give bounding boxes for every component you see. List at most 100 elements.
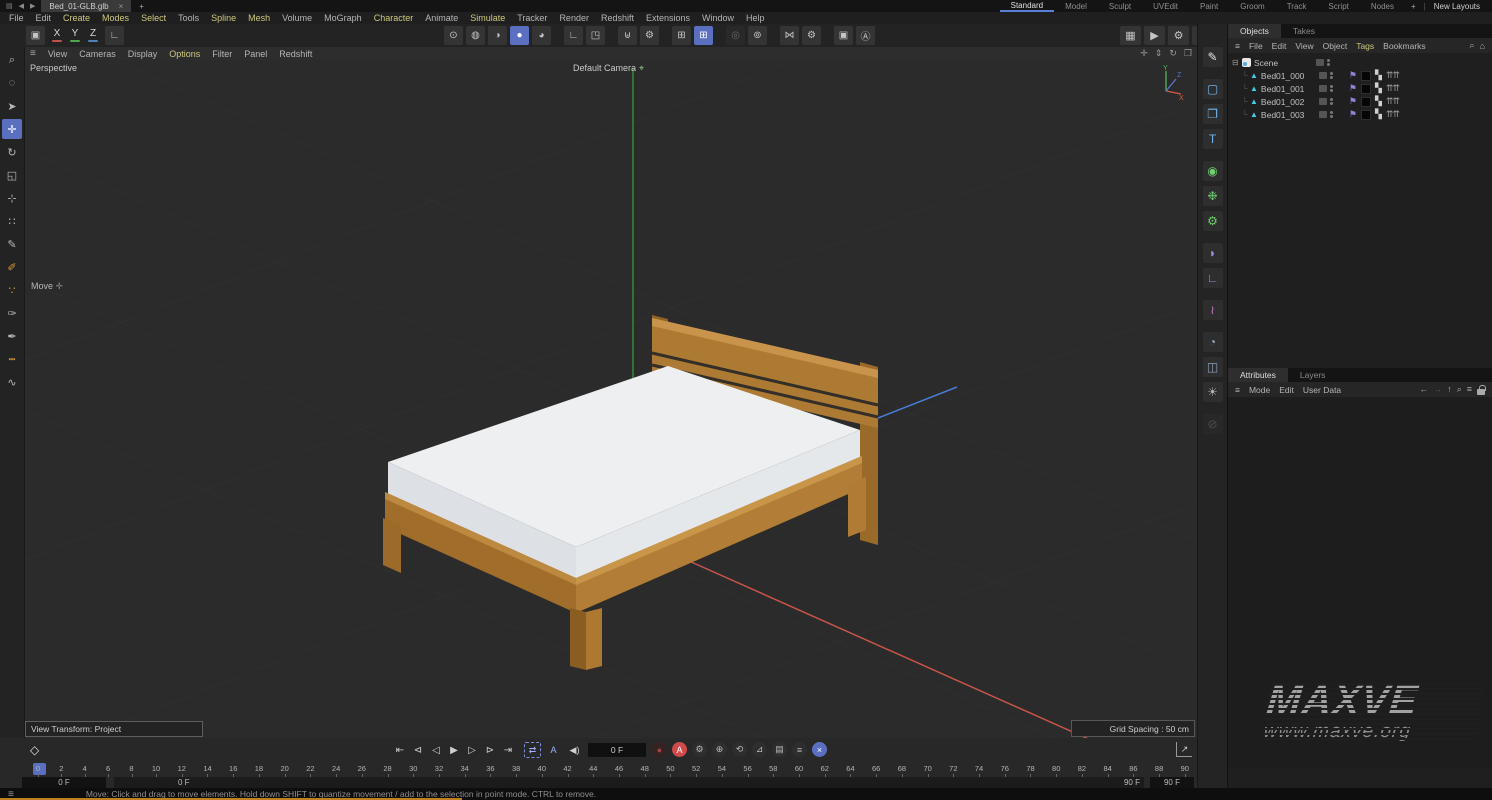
objects-menu-item[interactable]: File xyxy=(1249,41,1263,51)
key-scale-button[interactable]: ⊿ xyxy=(752,742,767,757)
spline-primitive-icon[interactable]: ▢ xyxy=(1202,79,1223,99)
layout-tab[interactable]: Script xyxy=(1317,0,1359,12)
maximize-view-icon[interactable]: ❒ xyxy=(1184,48,1192,59)
modeling-circle-icon[interactable]: ⊙ xyxy=(444,26,463,45)
new-layouts-button[interactable]: New Layouts xyxy=(1428,2,1486,11)
menu-item[interactable]: Tracker xyxy=(511,13,553,23)
camera-name-label[interactable]: Default Camera xyxy=(573,63,636,73)
viewport-menu-icon[interactable]: ≡ xyxy=(30,48,36,59)
half-shade-icon[interactable]: ◑ xyxy=(488,26,507,45)
hud-keys-button[interactable]: A xyxy=(545,742,562,758)
brush-tool[interactable]: ✑ xyxy=(2,303,22,323)
pan-icon[interactable]: ✛ xyxy=(1140,48,1148,59)
panel-tab[interactable]: Layers xyxy=(1288,368,1338,382)
snap-settings-icon[interactable]: ⚙ xyxy=(640,26,659,45)
menu-item[interactable]: Spline xyxy=(205,13,242,23)
range-end-field[interactable]: 90 F xyxy=(1150,776,1194,788)
volume-button[interactable]: ◀) xyxy=(566,742,583,758)
record-keyframe-button[interactable]: ● xyxy=(652,742,667,757)
prev-frame-button[interactable]: ◁ xyxy=(428,742,444,758)
up-arrow-icon[interactable]: ↑ xyxy=(1447,384,1452,395)
texture-tag-icon[interactable]: ▚ xyxy=(1375,109,1382,120)
visibility-dots[interactable] xyxy=(1329,72,1333,79)
panel-tab[interactable]: Takes xyxy=(1281,24,1327,38)
viewport-menu-item[interactable]: Panel xyxy=(238,49,273,59)
menu-item[interactable]: Create xyxy=(57,13,96,23)
menu-item[interactable]: Character xyxy=(368,13,420,23)
spline-dots-tool[interactable]: ∵ xyxy=(2,280,22,300)
z-axis-lock-button[interactable]: Z xyxy=(85,26,101,45)
target-circle-icon[interactable]: ⊚ xyxy=(748,26,767,45)
workplane-square-icon[interactable]: ◳ xyxy=(586,26,605,45)
spline-smooth-tool[interactable]: ∿ xyxy=(2,372,22,392)
axis-mode-icon[interactable]: ∟ xyxy=(564,26,583,45)
layer-chip[interactable] xyxy=(1318,111,1327,118)
field-icon[interactable]: ◗ xyxy=(1202,243,1223,263)
environment-object-icon[interactable]: ◔ xyxy=(1202,332,1223,352)
keying-settings-button[interactable]: ⚙ xyxy=(692,742,707,757)
menu-item[interactable]: Volume xyxy=(276,13,318,23)
texture-tag-icon[interactable]: ▚ xyxy=(1375,83,1382,94)
panel-tab[interactable]: Objects xyxy=(1228,24,1281,38)
objects-menu-item[interactable]: Bookmarks xyxy=(1383,41,1426,51)
cloner-icon[interactable]: ❉ xyxy=(1202,186,1223,206)
viewport-3d[interactable]: Perspective Default Camera ⌖ Move ✛ View… xyxy=(25,60,1197,738)
layout-tab[interactable]: Nodes xyxy=(1360,0,1405,12)
null-object-icon[interactable]: ∟ xyxy=(1202,268,1223,288)
move-tool[interactable]: ✛ xyxy=(2,119,22,139)
layout-menu-icon[interactable]: ▤ xyxy=(6,2,13,10)
objects-menu-item[interactable]: Edit xyxy=(1272,41,1287,51)
search-icon[interactable]: ⌕ xyxy=(1470,40,1475,51)
menu-item[interactable]: Edit xyxy=(30,13,58,23)
keyframe-diamond-icon[interactable]: ◇ xyxy=(30,743,39,757)
phong-tag-icon[interactable]: ⚑ xyxy=(1349,96,1357,107)
search-icon[interactable]: ⌕ xyxy=(1457,384,1462,395)
view-name-label[interactable]: Perspective xyxy=(30,63,77,73)
history-icon[interactable]: ▣ xyxy=(26,26,45,45)
phong-tag-icon[interactable]: ⚑ xyxy=(1349,109,1357,120)
dim-circle-icon[interactable]: ◎ xyxy=(726,26,745,45)
grid-icon[interactable]: ⊞ xyxy=(672,26,691,45)
layer-chip[interactable] xyxy=(1318,72,1327,79)
panel-tab[interactable]: Attributes xyxy=(1228,368,1288,382)
new-tab-button[interactable]: + xyxy=(131,2,152,11)
menu-item[interactable]: Redshift xyxy=(595,13,640,23)
axis-gizmo[interactable]: Y X Z xyxy=(1149,63,1187,101)
objects-menu-icon[interactable]: ≡ xyxy=(1235,41,1240,51)
layout-tab[interactable]: Sculpt xyxy=(1098,0,1142,12)
menu-item[interactable]: File xyxy=(3,13,30,23)
document-tab[interactable]: Bed_01-GLB.glb × xyxy=(41,0,132,12)
fcurve-editor-icon[interactable]: ↗ xyxy=(1176,742,1192,757)
bed-model[interactable] xyxy=(383,315,879,670)
range-start-field[interactable]: 0 F xyxy=(22,776,106,788)
menu-item[interactable]: Extensions xyxy=(640,13,696,23)
scale-tool[interactable]: ◱ xyxy=(2,165,22,185)
keyframe-selection-button[interactable]: × xyxy=(812,742,827,757)
key-rotation-button[interactable]: ⟲ xyxy=(732,742,747,757)
spline-pen-icon[interactable]: ✎ xyxy=(1202,47,1223,67)
visibility-dots[interactable] xyxy=(1329,111,1333,118)
menu-item[interactable]: Select xyxy=(135,13,172,23)
loop-playback-button[interactable]: ⇄ xyxy=(524,742,541,758)
menu-item[interactable]: Mesh xyxy=(242,13,276,23)
object-name[interactable]: Bed01_000 xyxy=(1261,71,1319,81)
orbit-icon[interactable]: ↻ xyxy=(1169,48,1177,59)
tweak-tool[interactable]: ➤ xyxy=(2,96,22,116)
uvw-tag-icon[interactable]: ⇈⇈ xyxy=(1386,70,1400,81)
layer-chip[interactable] xyxy=(1318,85,1327,92)
object-name[interactable]: Bed01_002 xyxy=(1261,97,1319,107)
light-object-icon[interactable]: ☀ xyxy=(1202,382,1223,402)
phong-tag-icon[interactable]: ⚑ xyxy=(1349,70,1357,81)
forward-icon[interactable]: ▶ xyxy=(30,2,35,10)
mirror-icon[interactable]: ⋈ xyxy=(780,26,799,45)
attributes-menu-item[interactable]: Edit xyxy=(1279,385,1294,395)
viewport-menu-item[interactable]: Filter xyxy=(206,49,238,59)
menu-item[interactable]: Simulate xyxy=(464,13,511,23)
key-parameter-button[interactable]: ▤ xyxy=(772,742,787,757)
objects-menu-item[interactable]: View xyxy=(1295,41,1313,51)
object-name[interactable]: Scene xyxy=(1254,58,1316,68)
pie-mode-icon[interactable]: ◕ xyxy=(532,26,551,45)
motext-icon[interactable]: T xyxy=(1202,129,1223,149)
camera-object-icon[interactable]: ◫ xyxy=(1202,357,1223,377)
volume-builder-icon[interactable]: ⚙ xyxy=(1202,211,1223,231)
